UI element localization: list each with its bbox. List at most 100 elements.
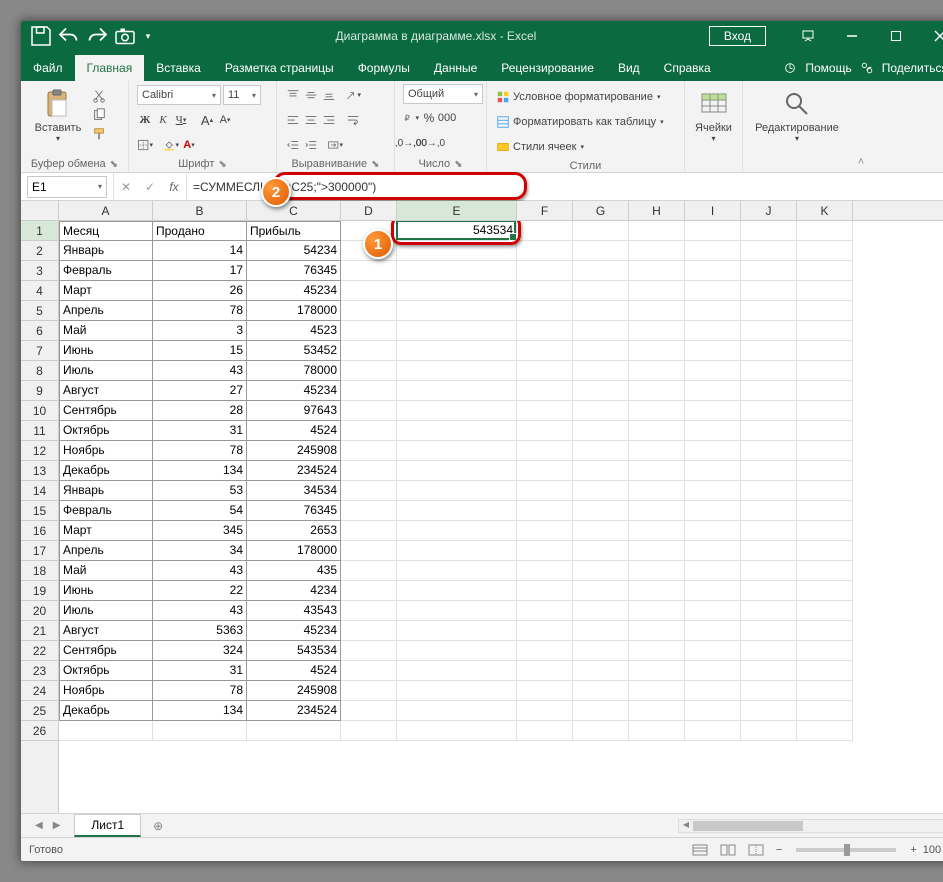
cell-D19[interactable] (341, 581, 397, 601)
cell-I2[interactable] (685, 241, 741, 261)
cell-A14[interactable]: Январь (59, 481, 153, 501)
cell-C16[interactable]: 2653 (247, 521, 341, 541)
tab-formulas[interactable]: Формулы (346, 55, 422, 81)
cell-H14[interactable] (629, 481, 685, 501)
cell-A13[interactable]: Декабрь (59, 461, 153, 481)
cell-I5[interactable] (685, 301, 741, 321)
cell-D21[interactable] (341, 621, 397, 641)
cell-K25[interactable] (797, 701, 853, 721)
cell-H24[interactable] (629, 681, 685, 701)
cell-B14[interactable]: 53 (153, 481, 247, 501)
row-header-23[interactable]: 23 (21, 661, 58, 681)
cell-B1[interactable]: Продано (153, 221, 247, 241)
cell-D24[interactable] (341, 681, 397, 701)
col-header-E[interactable]: E (397, 201, 517, 220)
cell-K7[interactable] (797, 341, 853, 361)
col-header-H[interactable]: H (629, 201, 685, 220)
view-normal-icon[interactable] (687, 841, 713, 859)
cell-E15[interactable] (397, 501, 517, 521)
cell-F8[interactable] (517, 361, 573, 381)
cell-F7[interactable] (517, 341, 573, 361)
cell-G21[interactable] (573, 621, 629, 641)
zoom-slider[interactable] (796, 848, 896, 852)
enter-formula-icon[interactable]: ✓ (138, 176, 162, 198)
tab-file[interactable]: Файл (21, 55, 75, 81)
cell-F14[interactable] (517, 481, 573, 501)
cell-I3[interactable] (685, 261, 741, 281)
row-header-13[interactable]: 13 (21, 461, 58, 481)
cell-C1[interactable]: Прибыль (247, 221, 341, 241)
cell-I22[interactable] (685, 641, 741, 661)
cell-E4[interactable] (397, 281, 517, 301)
cell-A24[interactable]: Ноябрь (59, 681, 153, 701)
cell-K3[interactable] (797, 261, 853, 281)
share-label[interactable]: Поделиться (878, 55, 943, 81)
cell-F21[interactable] (517, 621, 573, 641)
cell-E12[interactable] (397, 441, 517, 461)
cell-E17[interactable] (397, 541, 517, 561)
row-header-18[interactable]: 18 (21, 561, 58, 581)
cell-E16[interactable] (397, 521, 517, 541)
cell-C23[interactable]: 4524 (247, 661, 341, 681)
cell-E10[interactable] (397, 401, 517, 421)
cell-D18[interactable] (341, 561, 397, 581)
cell-styles-button[interactable]: Стили ячеек▾ (495, 136, 584, 158)
row-header-12[interactable]: 12 (21, 441, 58, 461)
cell-J6[interactable] (741, 321, 797, 341)
cell-F24[interactable] (517, 681, 573, 701)
cell-G7[interactable] (573, 341, 629, 361)
cell-D23[interactable] (341, 661, 397, 681)
cell-H9[interactable] (629, 381, 685, 401)
cell-B24[interactable]: 78 (153, 681, 247, 701)
accounting-icon[interactable]: ₽▾ (403, 110, 419, 126)
cell-G10[interactable] (573, 401, 629, 421)
cell-J10[interactable] (741, 401, 797, 421)
row-header-25[interactable]: 25 (21, 701, 58, 721)
row-header-3[interactable]: 3 (21, 261, 58, 281)
col-header-C[interactable]: C (247, 201, 341, 220)
cell-B26[interactable] (153, 721, 247, 741)
cell-F18[interactable] (517, 561, 573, 581)
cell-E23[interactable] (397, 661, 517, 681)
row-header-5[interactable]: 5 (21, 301, 58, 321)
formula-input[interactable]: =СУММЕСЛИ(C2:C25;">300000") (187, 176, 942, 198)
cell-I6[interactable] (685, 321, 741, 341)
cell-E26[interactable] (397, 721, 517, 741)
cell-F2[interactable] (517, 241, 573, 261)
decrease-indent-icon[interactable] (285, 137, 301, 153)
camera-icon[interactable] (113, 24, 137, 48)
conditional-format-button[interactable]: Условное форматирование▾ (495, 86, 660, 108)
cell-G5[interactable] (573, 301, 629, 321)
cell-F5[interactable] (517, 301, 573, 321)
cells-button[interactable]: Ячейки ▾ (693, 84, 734, 147)
redo-icon[interactable] (85, 24, 109, 48)
cell-D26[interactable] (341, 721, 397, 741)
cell-A2[interactable]: Январь (59, 241, 153, 261)
font-color-icon[interactable]: A▾ (181, 137, 197, 153)
cell-K6[interactable] (797, 321, 853, 341)
cell-C21[interactable]: 45234 (247, 621, 341, 641)
cell-E1[interactable]: 543534 (397, 221, 517, 241)
cell-G18[interactable] (573, 561, 629, 581)
cell-E11[interactable] (397, 421, 517, 441)
cell-I26[interactable] (685, 721, 741, 741)
cell-H23[interactable] (629, 661, 685, 681)
cell-B6[interactable]: 3 (153, 321, 247, 341)
cell-D9[interactable] (341, 381, 397, 401)
cell-A11[interactable]: Октябрь (59, 421, 153, 441)
cell-G15[interactable] (573, 501, 629, 521)
cell-A20[interactable]: Июль (59, 601, 153, 621)
cell-B13[interactable]: 134 (153, 461, 247, 481)
cell-I16[interactable] (685, 521, 741, 541)
fill-color-icon[interactable]: ▾ (163, 137, 179, 153)
cell-D25[interactable] (341, 701, 397, 721)
tab-home[interactable]: Главная (75, 55, 145, 81)
tab-insert[interactable]: Вставка (144, 55, 213, 81)
cell-I12[interactable] (685, 441, 741, 461)
scroll-left-icon[interactable]: ◀ (679, 820, 693, 832)
cell-H8[interactable] (629, 361, 685, 381)
cell-K19[interactable] (797, 581, 853, 601)
row-header-10[interactable]: 10 (21, 401, 58, 421)
cell-J17[interactable] (741, 541, 797, 561)
view-pagebreak-icon[interactable] (743, 841, 769, 859)
